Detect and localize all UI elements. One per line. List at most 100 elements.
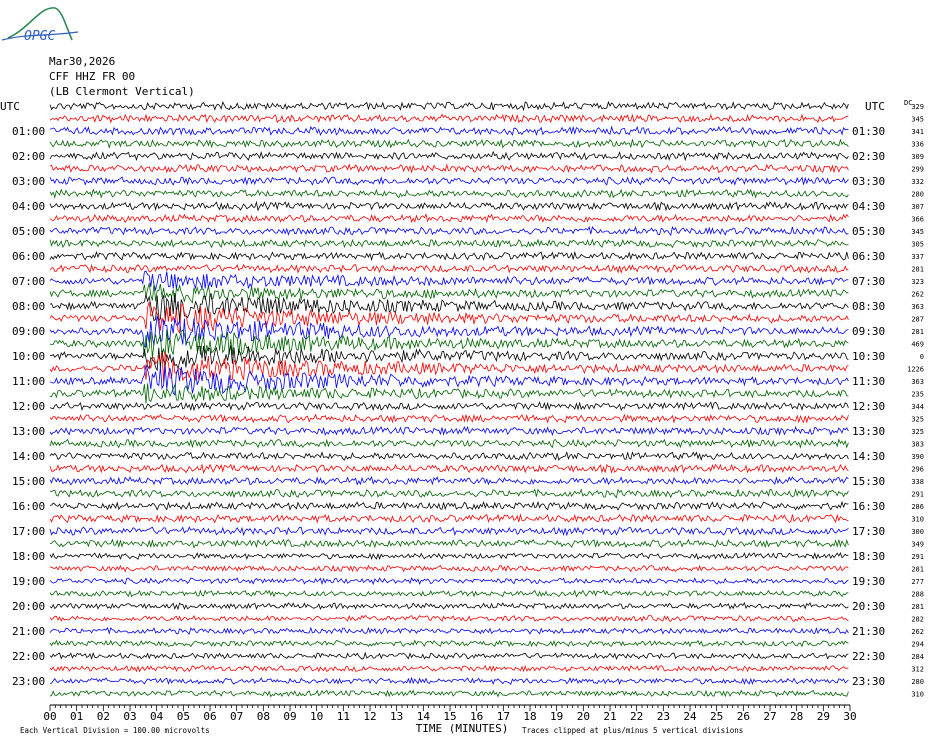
- x-tick-label: 03: [123, 710, 136, 723]
- seismic-trace: [49, 552, 849, 561]
- dc-offset-label: 294: [911, 641, 924, 649]
- dc-offset-label: 281: [911, 603, 924, 611]
- dc-offset-label: 366: [911, 216, 924, 224]
- x-tick-label: 30: [843, 710, 856, 723]
- dc-offset-label: 469: [911, 341, 924, 349]
- seismic-trace: [49, 270, 849, 292]
- x-tick-label: 25: [710, 710, 723, 723]
- dc-offset-label: 338: [911, 478, 924, 486]
- clip-note: Traces clipped at plus/minus 5 vertical …: [522, 726, 743, 735]
- left-time-label: 15:00: [12, 475, 45, 488]
- vertical-division-note: Each Vertical Division = 100.00 microvol…: [20, 726, 210, 735]
- seismic-trace: [49, 475, 849, 486]
- dc-offset-label: 291: [911, 491, 924, 499]
- dc-offset-label: 312: [911, 666, 924, 674]
- seismic-trace: [49, 689, 849, 698]
- seismic-trace: [49, 100, 849, 112]
- dc-offset-label: 310: [911, 516, 924, 524]
- right-time-label: 23:30: [852, 675, 885, 688]
- seismogram-page: OPGC Mar30,2026 CFF HHZ FR 00 (LB Clermo…: [0, 0, 930, 744]
- x-tick-label: 04: [150, 710, 164, 723]
- seismic-trace: [49, 664, 849, 673]
- seismic-trace: [49, 138, 849, 149]
- dc-offset-label: 337: [911, 253, 924, 261]
- dc-offset-label: 305: [911, 241, 924, 249]
- right-time-label: 16:30: [852, 500, 885, 513]
- dc-offset-label: 296: [911, 466, 924, 474]
- left-time-label: 19:00: [12, 575, 45, 588]
- right-time-label: 17:30: [852, 525, 885, 538]
- right-time-label: 07:30: [852, 275, 885, 288]
- left-time-label: 16:00: [12, 500, 45, 513]
- seismic-trace: [49, 451, 849, 462]
- dc-offset-label: 363: [911, 378, 924, 386]
- left-time-label: 20:00: [12, 600, 45, 613]
- dc-offset-label: 282: [911, 616, 924, 624]
- seismic-trace: [49, 513, 849, 524]
- right-time-label: 04:30: [852, 200, 885, 213]
- dc-offset-label: 280: [911, 678, 924, 686]
- seismic-trace: [49, 292, 849, 322]
- left-time-label: 17:00: [12, 525, 45, 538]
- right-time-label: 05:30: [852, 225, 885, 238]
- right-time-label: 18:30: [852, 550, 885, 563]
- seismic-trace: [49, 263, 849, 274]
- left-time-label: 05:00: [12, 225, 45, 238]
- seismic-trace: [49, 250, 849, 262]
- dc-offset-label: 363: [911, 303, 924, 311]
- seismic-trace: [49, 488, 849, 499]
- dc-offset-label: 325: [911, 416, 924, 424]
- x-tick-label: 06: [203, 710, 216, 723]
- right-time-label: 22:30: [852, 650, 885, 663]
- dc-offset-label: 284: [911, 653, 924, 661]
- right-time-label: 06:30: [852, 250, 885, 263]
- left-time-label: 12:00: [12, 400, 45, 413]
- x-tick-label: 18: [523, 710, 536, 723]
- dc-offset-label: 345: [911, 228, 924, 236]
- right-time-label: 20:30: [852, 600, 885, 613]
- dc-offset-label: 299: [911, 166, 924, 174]
- x-tick-label: 22: [630, 710, 643, 723]
- dc-offset-label: 390: [911, 453, 924, 461]
- seismic-trace: [49, 125, 849, 137]
- dc-offset-label: 281: [911, 566, 924, 574]
- right-time-label: 01:30: [852, 125, 885, 138]
- seismic-trace: [49, 564, 849, 573]
- seismic-trace: [49, 225, 849, 237]
- seismic-trace: [49, 113, 849, 124]
- x-tick-label: 01: [70, 710, 83, 723]
- x-tick-label: 19: [550, 710, 563, 723]
- seismic-trace: [49, 577, 849, 586]
- dc-offset-label: 329: [911, 103, 924, 111]
- left-time-label: 04:00: [12, 200, 45, 213]
- seismic-trace: [49, 383, 849, 404]
- right-time-label: UTC: [865, 100, 885, 113]
- seismic-trace: [49, 651, 849, 660]
- left-time-labels: UTC 01:00 02:00 03:00 04:00 05:00 06:00 07:00 08…: [0, 100, 45, 688]
- x-tick-label: 24: [683, 710, 697, 723]
- right-time-label: 09:30: [852, 325, 885, 338]
- seismic-trace: [49, 500, 849, 511]
- right-time-label: 11:30: [852, 375, 885, 388]
- dc-offset-label: 349: [911, 541, 924, 549]
- seismic-trace: [49, 463, 849, 474]
- dc-offset-label: 341: [911, 128, 924, 136]
- x-tick-label: 21: [603, 710, 616, 723]
- x-tick-label: 09: [283, 710, 296, 723]
- dc-header: DC: [904, 99, 912, 107]
- left-time-label: 14:00: [12, 450, 45, 463]
- x-tick-label: 20: [577, 710, 590, 723]
- left-time-label: 11:00: [12, 375, 45, 388]
- seismic-trace: [49, 238, 849, 249]
- right-time-label: 19:30: [852, 575, 885, 588]
- seismic-trace: [49, 526, 849, 537]
- dc-offset-label: 280: [911, 191, 924, 199]
- x-tick-label: 27: [763, 710, 776, 723]
- left-time-label: 22:00: [12, 650, 45, 663]
- right-time-label: 21:30: [852, 625, 885, 638]
- seismic-trace: [49, 150, 849, 162]
- left-time-label: 06:00: [12, 250, 45, 263]
- x-tick-label: 07: [230, 710, 243, 723]
- right-time-label: 03:30: [852, 175, 885, 188]
- seismic-trace: [49, 538, 849, 549]
